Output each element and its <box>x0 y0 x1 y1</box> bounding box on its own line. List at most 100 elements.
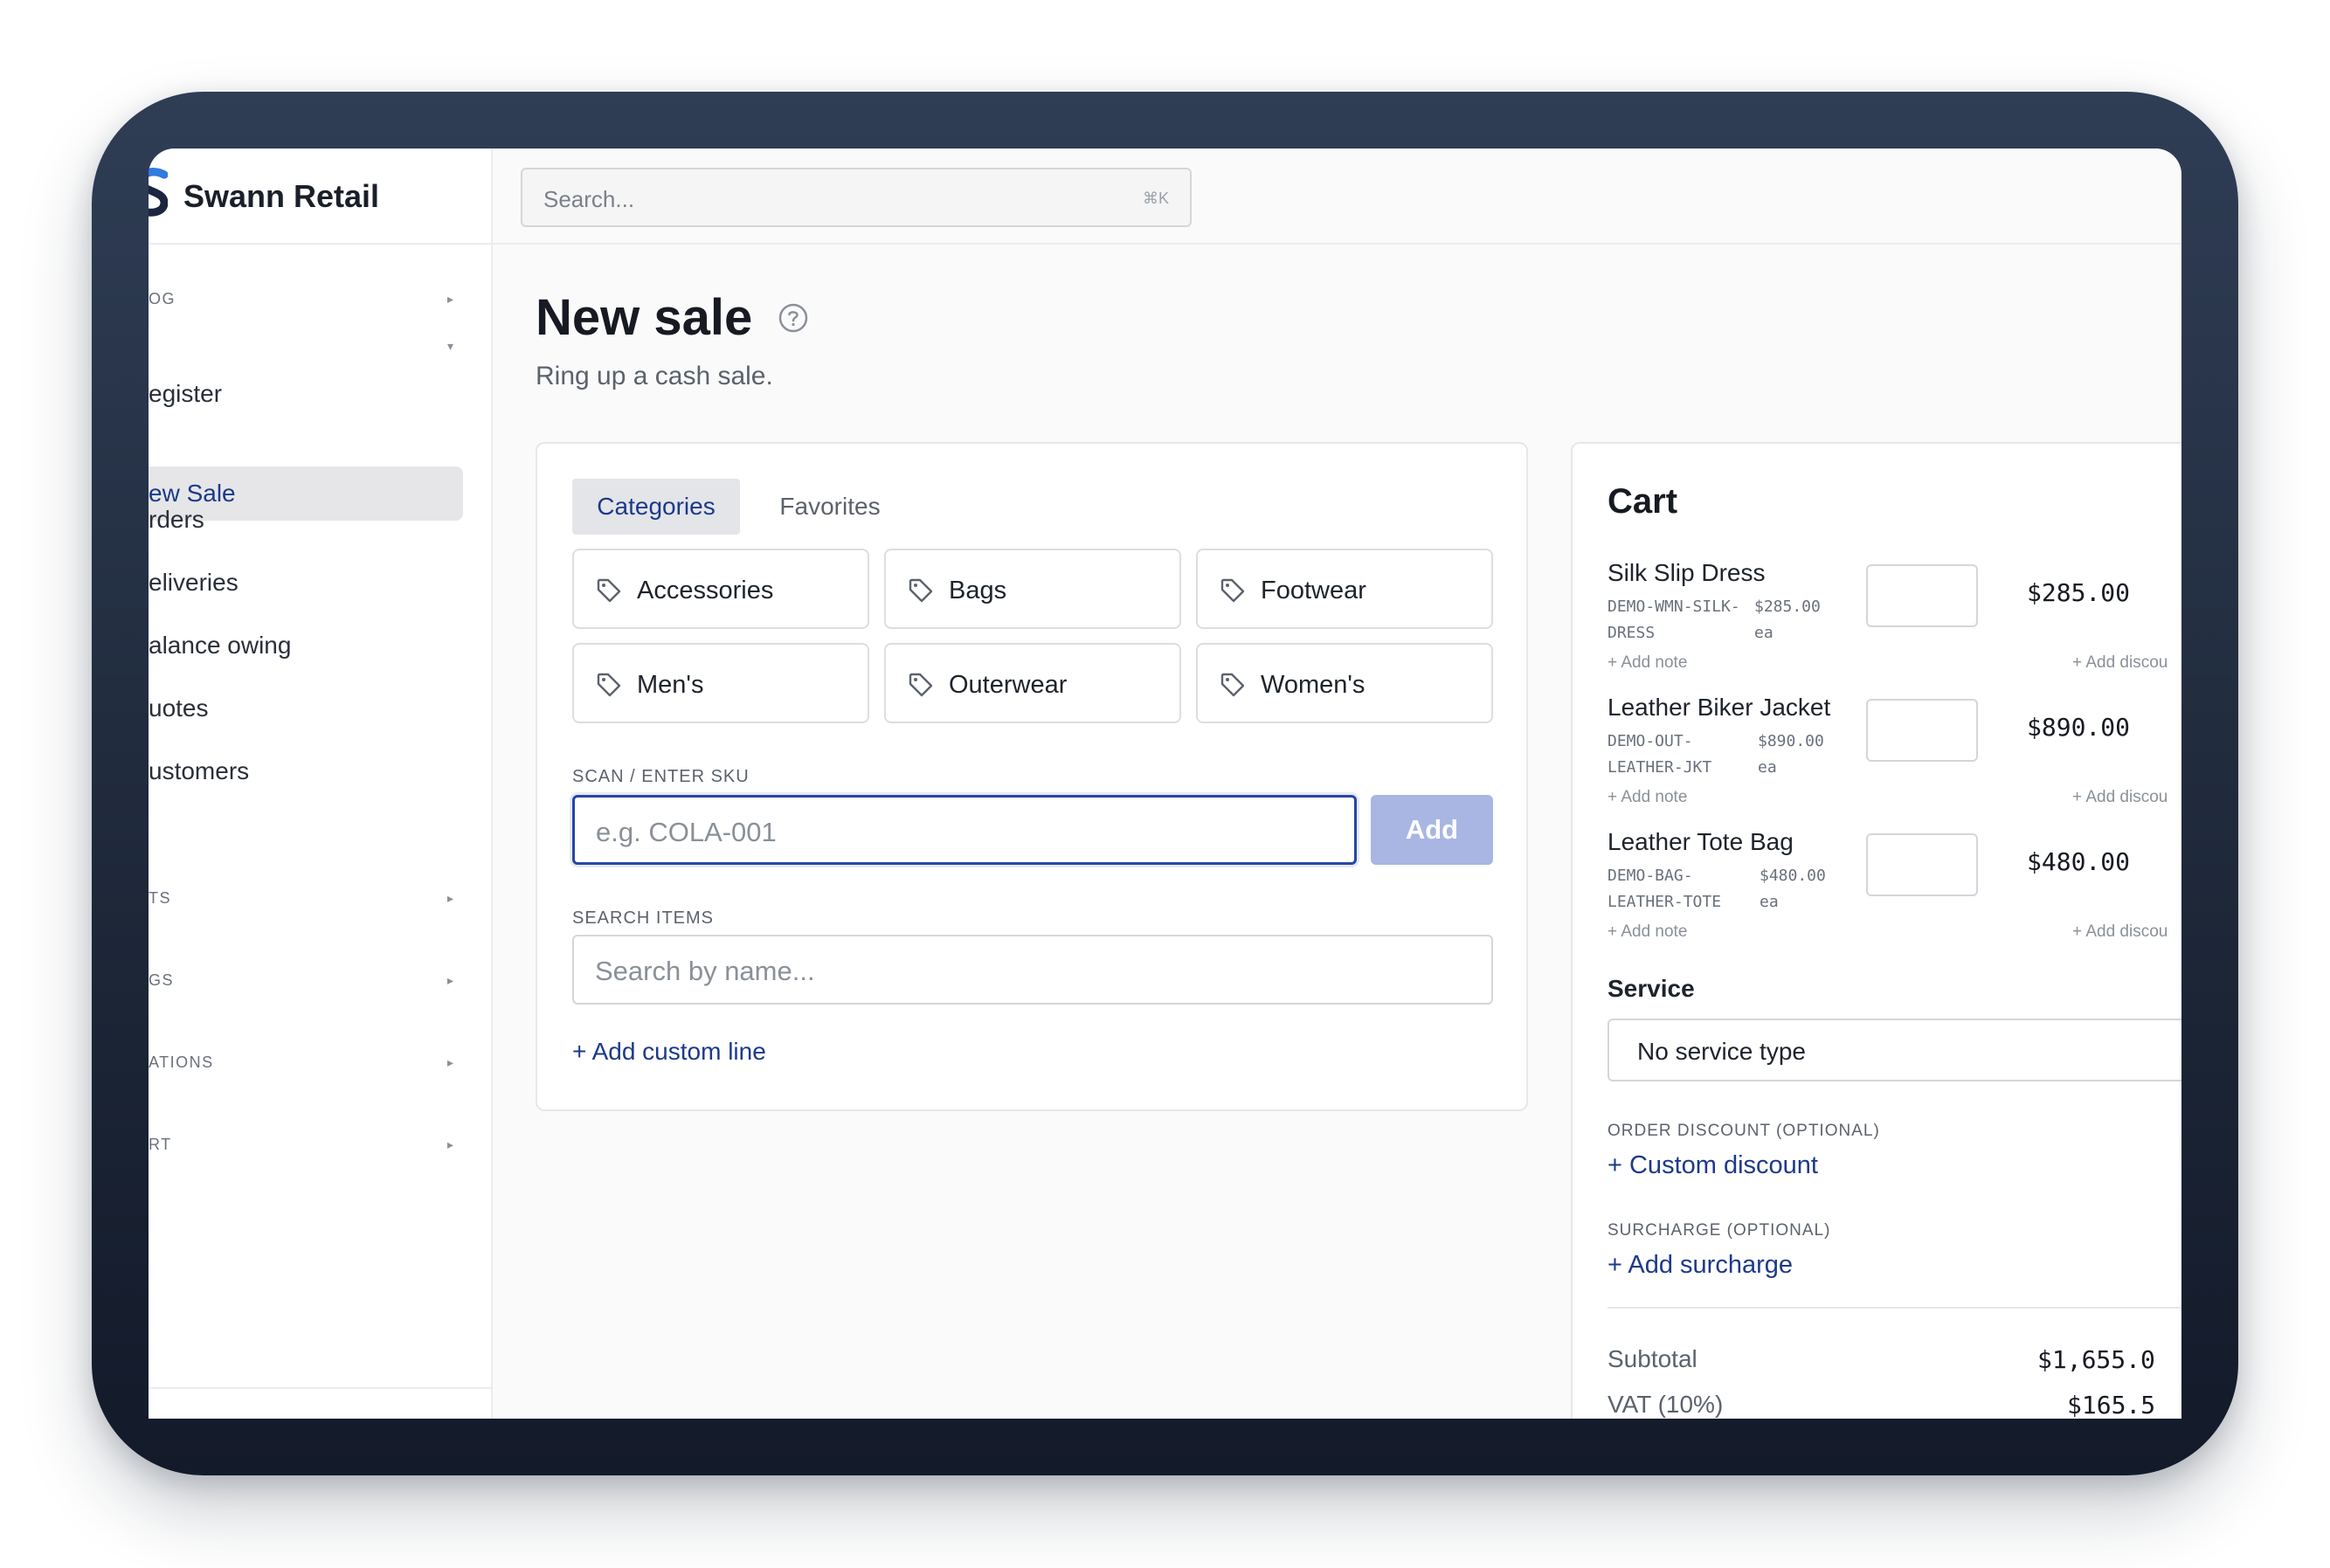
item-picker-card: Categories Favorites Accessories Bags Fo… <box>536 442 1528 1111</box>
surcharge-label: SURCHARGE (OPTIONAL) <box>1607 1221 1831 1240</box>
tab-label: Favorites <box>779 493 881 520</box>
unit-price: $285.00 <box>1754 597 1821 616</box>
sku-line: DEMO-OUT- <box>1607 732 1693 750</box>
unit-label: ea <box>1758 758 1777 777</box>
category-button-womens[interactable]: Women's <box>1196 643 1493 723</box>
nav-section-products[interactable]: TS ▸ <box>149 882 472 917</box>
add-discount-link[interactable]: + Add discou <box>2072 653 2168 673</box>
sku-line: DEMO-WMN-SILK- <box>1607 597 1740 616</box>
quantity-input[interactable] <box>1866 564 1978 627</box>
sku-field-label: SCAN / ENTER SKU <box>572 767 750 786</box>
service-label: Service <box>1607 975 1695 1002</box>
quantity-input[interactable] <box>1866 833 1978 896</box>
nav-section-label: ATIONS <box>149 1053 214 1071</box>
cart-item: Silk Slip Dress DEMO-WMN-SILK- DRESS $285… <box>1573 559 2181 694</box>
tag-icon <box>597 673 621 697</box>
tag-icon <box>1220 673 1245 697</box>
page-title: New sale <box>536 289 753 346</box>
category-button-outerwear[interactable]: Outerwear <box>884 643 1181 723</box>
sidebar-item-label: uotes <box>149 694 209 722</box>
category-button-mens[interactable]: Men's <box>572 643 869 723</box>
tab-categories[interactable]: Categories <box>572 479 740 535</box>
sku-line: LEATHER-JKT <box>1607 758 1712 777</box>
sidebar-footer-divider <box>149 1387 491 1389</box>
add-note-link[interactable]: + Add note <box>1607 653 1687 673</box>
cart-title: Cart <box>1607 482 1678 521</box>
nav-section-support[interactable]: RT ▸ <box>149 1129 472 1164</box>
sidebar-item-label: ustomers <box>149 757 250 784</box>
sku-line: DRESS <box>1607 624 1656 642</box>
sidebar-item-register[interactable]: egister <box>149 367 472 421</box>
add-note-link[interactable]: + Add note <box>1607 788 1687 807</box>
cart-item-unit-price: $285.00 ea <box>1754 594 1850 646</box>
chevron-down-icon: ▾ <box>447 339 454 353</box>
add-discount-link[interactable]: + Add discou <box>2072 922 2168 942</box>
nav-section-sales[interactable]: ▾ <box>149 330 472 365</box>
cart-card: Cart Silk Slip Dress DEMO-WMN-SILK- DRESS… <box>1571 442 2181 1419</box>
search-items-input[interactable]: Search by name... <box>572 935 1493 1005</box>
sidebar-item-label: eliveries <box>149 569 239 596</box>
cart-item-sku: DEMO-OUT- LEATHER-JKT <box>1607 729 1765 781</box>
cart-item-unit-price: $480.00 ea <box>1760 863 1856 915</box>
cart-item-sku: DEMO-BAG- LEATHER-TOTE <box>1607 863 1765 915</box>
chevron-right-icon: ▸ <box>447 973 454 987</box>
quantity-input[interactable] <box>1866 699 1978 762</box>
add-discount-link[interactable]: + Add discou <box>2072 788 2168 807</box>
tag-icon <box>909 673 933 697</box>
sku-line: DEMO-BAG- <box>1607 867 1693 885</box>
chevron-right-icon: ▸ <box>447 891 454 905</box>
sku-input[interactable]: e.g. COLA-001 <box>572 795 1357 865</box>
sidebar-item-deliveries[interactable]: eliveries <box>149 556 472 610</box>
category-label: Accessories <box>637 577 774 604</box>
vat-label: VAT (10%) <box>1607 1391 1724 1418</box>
top-bar: Search... ⌘K <box>493 149 2181 245</box>
unit-label: ea <box>1760 893 1779 911</box>
vat-value: $165.5 <box>2067 1391 2156 1419</box>
sku-placeholder: e.g. COLA-001 <box>596 817 777 847</box>
global-search-input[interactable]: Search... ⌘K <box>521 168 1192 227</box>
sidebar: Swann Retail OG ▸ ▾ egister ew Sale rder… <box>149 149 493 1419</box>
search-placeholder: Search... <box>543 186 635 212</box>
cart-item-name: Leather Tote Bag <box>1607 828 1794 855</box>
sidebar-item-orders[interactable]: rders <box>149 493 472 547</box>
search-items-placeholder: Search by name... <box>595 956 815 986</box>
tab-label: Categories <box>597 493 716 520</box>
category-button-footwear[interactable]: Footwear <box>1196 549 1493 629</box>
unit-price: $480.00 <box>1760 867 1826 885</box>
unit-label: ea <box>1754 624 1773 642</box>
sidebar-item-label: egister <box>149 380 223 407</box>
add-sku-button[interactable]: Add <box>1371 795 1493 865</box>
logo-icon <box>149 168 168 217</box>
custom-discount-link[interactable]: + Custom discount <box>1607 1151 1818 1180</box>
sidebar-item-customers[interactable]: ustomers <box>149 744 472 798</box>
chevron-right-icon: ▸ <box>447 292 454 306</box>
tab-favorites[interactable]: Favorites <box>747 479 913 535</box>
add-button-label: Add <box>1405 814 1459 845</box>
nav-section-label: RT <box>149 1136 172 1153</box>
tag-icon <box>909 578 933 603</box>
sidebar-item-label: rders <box>149 506 204 533</box>
category-label: Bags <box>949 577 1007 604</box>
cart-item-total: $890.00 <box>2027 713 2131 742</box>
sidebar-item-quotes[interactable]: uotes <box>149 681 472 736</box>
nav-section-settings[interactable]: GS ▸ <box>149 964 472 999</box>
category-button-bags[interactable]: Bags <box>884 549 1181 629</box>
nav-section-label: TS <box>149 889 172 907</box>
brand-name: Swann Retail <box>183 178 380 214</box>
cart-item: Leather Tote Bag DEMO-BAG- LEATHER-TOTE $… <box>1573 828 2181 963</box>
cart-item-name: Leather Biker Jacket <box>1607 694 1831 721</box>
service-type-select[interactable]: No service type <box>1607 1019 2181 1081</box>
chevron-right-icon: ▸ <box>447 1055 454 1069</box>
sidebar-item-label: alance owing <box>149 632 292 659</box>
category-button-accessories[interactable]: Accessories <box>572 549 869 629</box>
app-screen: Swann Retail OG ▸ ▾ egister ew Sale rder… <box>149 149 2181 1419</box>
add-surcharge-link[interactable]: + Add surcharge <box>1607 1251 1793 1280</box>
add-note-link[interactable]: + Add note <box>1607 922 1687 942</box>
add-custom-line-link[interactable]: + Add custom line <box>572 1038 766 1066</box>
help-icon[interactable] <box>778 302 809 334</box>
nav-section-catalog[interactable]: OG ▸ <box>149 283 472 318</box>
tag-icon <box>597 578 621 603</box>
cart-item-total: $285.00 <box>2027 578 2131 607</box>
sidebar-item-balance-owing[interactable]: alance owing <box>149 618 472 673</box>
nav-section-integrations[interactable]: ATIONS ▸ <box>149 1046 472 1081</box>
